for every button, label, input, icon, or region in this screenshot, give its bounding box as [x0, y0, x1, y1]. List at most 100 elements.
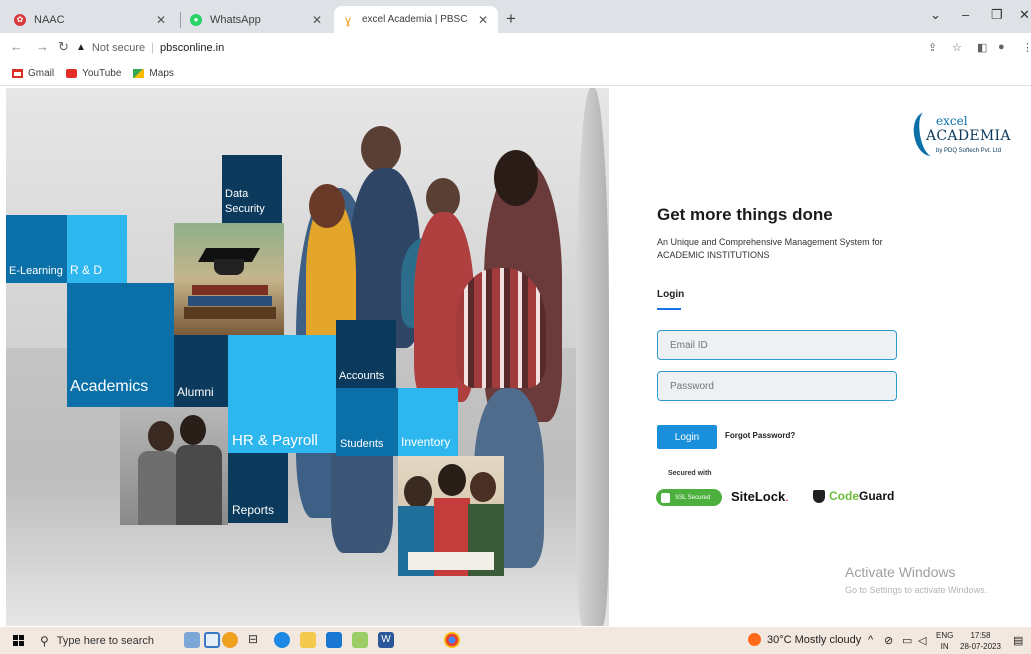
- logo-byline: by PDQ Softech Pvt. Ltd: [936, 148, 1002, 154]
- security-label: Not secure: [91, 41, 146, 54]
- chrome-canary-icon[interactable]: [222, 632, 238, 648]
- bookmark-label: Gmail: [28, 67, 55, 79]
- plaid-shirt: [456, 268, 546, 388]
- photos-icon[interactable]: [352, 632, 368, 648]
- phone-link-icon[interactable]: [204, 632, 220, 648]
- close-icon[interactable]: ✕: [156, 13, 166, 27]
- taskbar-search[interactable]: ⚲ Type here to search: [40, 630, 168, 651]
- person-head: [470, 472, 496, 502]
- books-on-table: [408, 552, 494, 570]
- codeguard-badge: Code Guard: [813, 489, 894, 503]
- activate-windows-watermark: Activate Windows: [845, 564, 956, 580]
- tile-label: E-Learning: [9, 265, 63, 277]
- back-icon[interactable]: ←: [10, 39, 23, 54]
- excel-academia-logo: excel ACADEMIA by PDQ Softech Pvt. Ltd: [910, 108, 1022, 168]
- tile-data-security: Data Security: [222, 155, 282, 223]
- hero-image: E-Learning R & D Data Security Academics…: [6, 88, 609, 626]
- bookmark-star-icon[interactable]: ☆: [952, 41, 962, 54]
- tile-label: Inventory: [401, 435, 451, 449]
- profile-icon[interactable]: ●: [998, 41, 1005, 53]
- windows-start-icon[interactable]: [13, 635, 24, 646]
- badge-label: SiteLock: [731, 489, 786, 504]
- divider: |: [151, 41, 154, 54]
- bookmark-gmail[interactable]: Gmail: [12, 68, 54, 79]
- bookmark-youtube[interactable]: YouTube: [66, 68, 121, 79]
- login-button[interactable]: Login: [657, 425, 717, 449]
- tab-title: excel Academia | PBSC: [362, 14, 468, 25]
- email-field[interactable]: [657, 330, 897, 360]
- new-tab-button[interactable]: +: [506, 9, 516, 29]
- widgets-icon[interactable]: [184, 632, 200, 648]
- tab-search-icon[interactable]: ⌄: [930, 7, 941, 23]
- side-panel-icon[interactable]: ◧: [977, 41, 987, 54]
- reload-icon[interactable]: ↻: [58, 39, 69, 55]
- hero-window-frame: [576, 88, 609, 626]
- tile-reports: Reports: [228, 453, 288, 523]
- show-hidden-icons-icon[interactable]: ^: [868, 634, 873, 646]
- language-indicator[interactable]: ENG IN: [936, 630, 953, 652]
- tile-inventory: Inventory: [398, 388, 458, 456]
- person-head: [404, 476, 432, 508]
- word-icon[interactable]: W: [378, 632, 394, 648]
- sitelock-badge: SiteLock.: [731, 489, 789, 504]
- badge-label: Guard: [859, 489, 895, 503]
- language-code: ENG: [936, 631, 954, 640]
- tab-academia[interactable]: ɣ excel Academia | PBSC ✕: [334, 6, 498, 33]
- url-field[interactable]: ▲ Not secure | pbsconline.in: [76, 37, 936, 58]
- badge-label: SSL Secured: [675, 494, 711, 501]
- volume-icon[interactable]: ◁: [918, 634, 926, 647]
- file-explorer-icon[interactable]: [300, 632, 316, 648]
- login-heading: Login: [657, 289, 685, 300]
- page-title: Get more things done: [657, 205, 833, 224]
- password-field[interactable]: [657, 371, 897, 401]
- region-code: IN: [940, 642, 949, 651]
- tab-separator: [180, 12, 181, 28]
- tile-label: R & D: [70, 263, 103, 277]
- network-icon[interactable]: ⊘: [884, 634, 893, 647]
- address-bar: ← → ↻ ▲ Not secure | pbsconline.in ⇪ ☆ ◧…: [0, 33, 1031, 61]
- share-icon[interactable]: ⇪: [928, 41, 937, 54]
- tile-accounts: Accounts: [336, 320, 396, 388]
- graduation-cap-photo: [174, 223, 284, 335]
- badge-label: Code: [829, 489, 859, 503]
- student-head: [361, 126, 401, 172]
- tab-title: NAAC: [34, 13, 65, 26]
- tile-academics: Academics: [67, 283, 174, 407]
- minimize-icon[interactable]: –: [962, 7, 969, 22]
- tab-title: WhatsApp: [210, 13, 261, 26]
- clock-time: 17:58: [970, 631, 991, 640]
- tab-whatsapp[interactable]: ● WhatsApp ✕: [182, 6, 332, 33]
- tab-naac[interactable]: ✿ NAAC ✕: [6, 6, 176, 33]
- close-icon[interactable]: ✕: [478, 13, 488, 27]
- task-view-icon[interactable]: ⊟: [248, 632, 264, 648]
- person-body: [176, 445, 222, 525]
- tile-label: Alumni: [177, 385, 214, 399]
- warning-icon: ▲: [76, 42, 86, 53]
- whatsapp-icon: ●: [190, 13, 202, 26]
- display-icon[interactable]: ▭: [902, 634, 912, 647]
- system-clock[interactable]: 17:58 28-07-2023: [960, 630, 1001, 652]
- person-head: [148, 421, 174, 451]
- mail-icon[interactable]: [326, 632, 342, 648]
- weather-widget[interactable]: 30°C Mostly cloudy: [748, 633, 861, 646]
- window-close-icon[interactable]: ✕: [1019, 7, 1030, 23]
- clock-date: 28-07-2023: [960, 642, 1001, 651]
- weather-icon: [748, 633, 761, 646]
- alumni-photo: [120, 407, 228, 525]
- activate-windows-hint: Go to Settings to activate Windows.: [845, 585, 988, 595]
- tile-label: Accounts: [339, 370, 385, 382]
- shield-icon: [813, 489, 825, 503]
- academia-icon: ɣ: [344, 12, 351, 27]
- menu-icon[interactable]: ⋮: [1022, 41, 1031, 54]
- tile-label: Data Security: [225, 188, 265, 215]
- chrome-icon[interactable]: [444, 632, 460, 648]
- bookmark-maps[interactable]: Maps: [133, 68, 174, 79]
- forgot-password-link[interactable]: Forgot Password?: [725, 431, 795, 440]
- tile-label: Reports: [232, 503, 275, 517]
- edge-icon[interactable]: [274, 632, 290, 648]
- forward-icon[interactable]: →: [36, 39, 49, 54]
- notifications-icon[interactable]: ▤: [1013, 634, 1023, 647]
- close-icon[interactable]: ✕: [312, 13, 322, 27]
- gmail-icon: [12, 68, 23, 78]
- maximize-icon[interactable]: ❐: [991, 7, 1003, 23]
